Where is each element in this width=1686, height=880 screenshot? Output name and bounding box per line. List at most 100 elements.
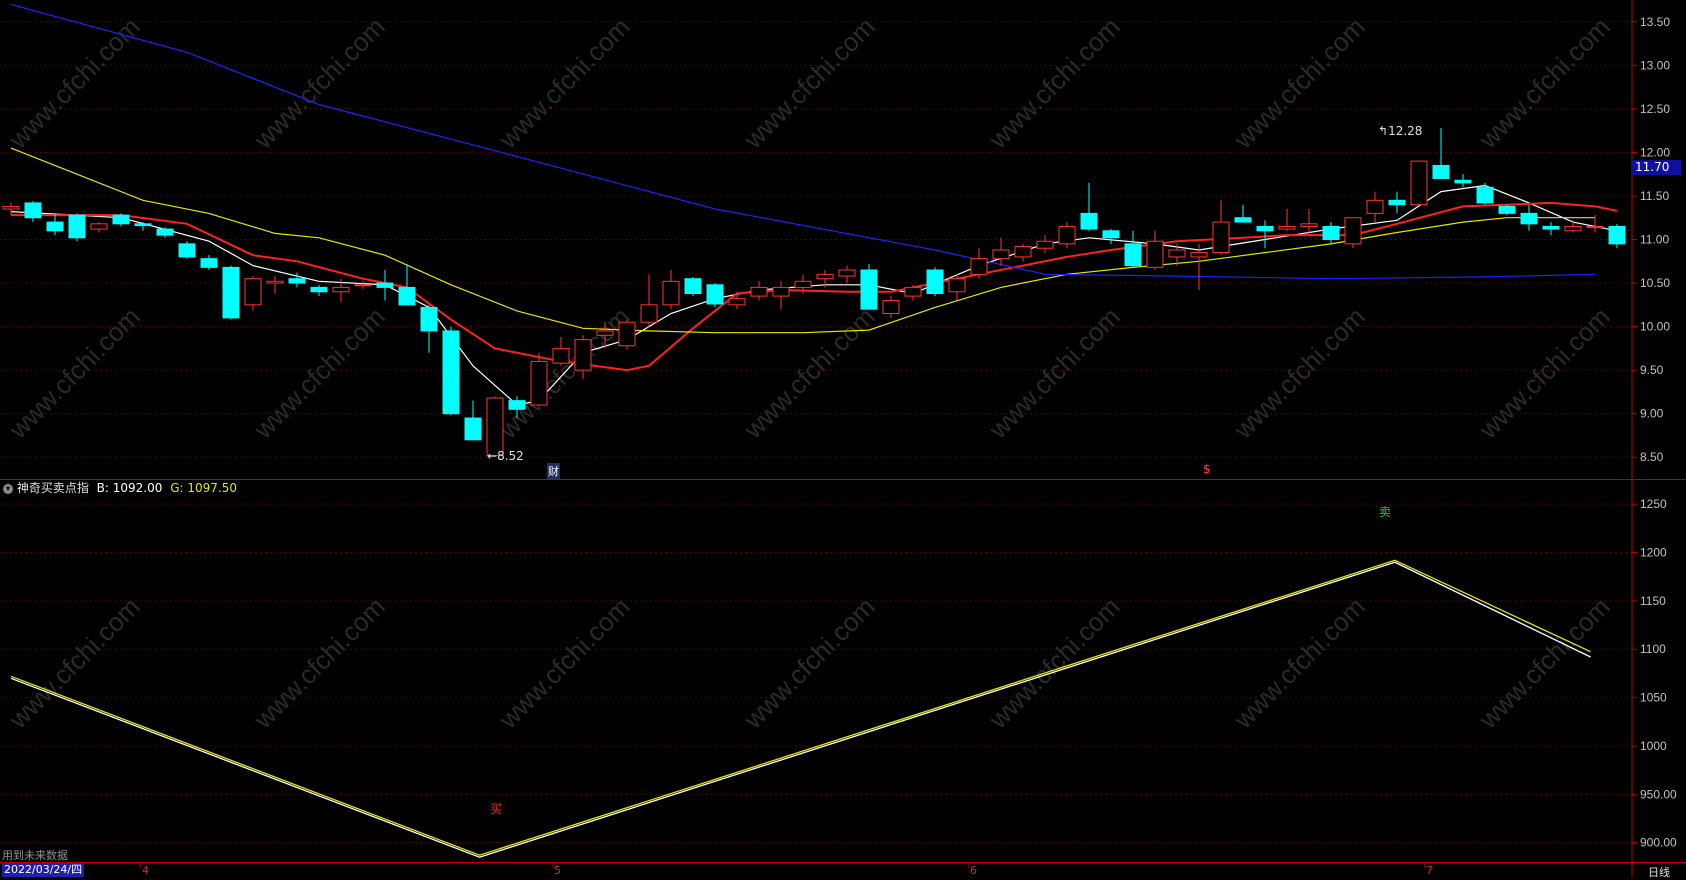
candle-body <box>1190 252 1208 258</box>
price-tick-label: 11.00 <box>1640 233 1669 247</box>
watermark-text: www.cfchi.com <box>982 11 1125 154</box>
collapse-toggle-icon[interactable]: ▾ <box>3 483 13 494</box>
candle-body <box>1278 225 1296 230</box>
month-label-5: 5 <box>554 864 561 877</box>
b-value: 1092.00 <box>112 481 163 495</box>
candle-body <box>684 278 702 294</box>
candle-body <box>354 284 372 287</box>
candle-body <box>134 223 152 227</box>
watermark-text: www.cfchi.com <box>1472 591 1615 734</box>
price-tick-label: 12.00 <box>1640 145 1670 159</box>
candle-body <box>266 280 284 284</box>
watermark-text: www.cfchi.com <box>1227 591 1370 734</box>
candle-body <box>420 306 438 332</box>
cai-event-marker[interactable]: 财 <box>547 463 560 479</box>
price-tick-label: 10.00 <box>1640 320 1670 334</box>
candle-body <box>728 298 746 306</box>
price-tick-label: 8.50 <box>1640 450 1664 464</box>
candle-body <box>706 284 724 305</box>
watermark-text: www.cfchi.com <box>982 301 1125 444</box>
candle-body <box>1476 186 1494 204</box>
watermark-text: www.cfchi.com <box>2 301 145 444</box>
indicator-tick-label: 1150 <box>1640 594 1666 608</box>
dollar-event-marker[interactable]: $ <box>1203 462 1211 476</box>
price-tick-label: 11.50 <box>1640 189 1669 203</box>
candle-body <box>288 278 306 284</box>
watermark-text: www.cfchi.com <box>1227 11 1370 154</box>
candle-body <box>508 400 526 410</box>
candle-body <box>772 286 790 297</box>
candle-body <box>838 269 856 277</box>
candle-body <box>1608 225 1626 245</box>
candle-body <box>552 347 570 364</box>
axis-ticks: 13.50 13.00 12.50 12.00 11.50 11.00 10.50 10.00… <box>1632 15 1677 850</box>
indicator-tick-label: 1200 <box>1640 546 1667 560</box>
candle-body <box>992 249 1010 260</box>
candle-body <box>200 258 218 268</box>
candle-body <box>398 286 416 306</box>
price-tick-label: 9.00 <box>1640 407 1664 421</box>
candle-body <box>442 330 460 415</box>
candle-body <box>970 258 988 275</box>
watermark-text: www.cfchi.com <box>737 301 880 444</box>
watermark-text: www.cfchi.com <box>2 11 145 154</box>
candle-body <box>464 417 482 441</box>
candle-body <box>46 221 64 232</box>
candle-body <box>1388 199 1406 206</box>
candle-body <box>68 214 86 239</box>
candle-body <box>1498 205 1516 214</box>
indicator-tick-label: 1000 <box>1640 739 1667 753</box>
candle-body <box>1124 243 1142 267</box>
watermark-text: www.cfchi.com <box>737 11 880 154</box>
future-data-note: 用到未来数据 <box>2 849 68 862</box>
candle-body <box>1432 164 1450 180</box>
watermark-text: www.cfchi.com <box>982 591 1125 734</box>
high-marker: ↰12.28 <box>1378 124 1422 138</box>
price-tick-label: 13.00 <box>1640 58 1670 72</box>
candle-body <box>112 214 130 225</box>
low-arrow-icon: ← <box>487 449 498 463</box>
candle-body <box>1234 217 1252 223</box>
month-label-4: 4 <box>142 864 149 877</box>
candle-body <box>178 243 196 258</box>
g-value: 1097.50 <box>187 481 238 495</box>
candle-body <box>310 286 328 293</box>
candle-body <box>1080 212 1098 230</box>
indicator-name[interactable]: 神奇买卖点指 <box>17 481 89 495</box>
candle-body <box>904 286 922 297</box>
buy-signal-label: 买 <box>490 802 503 816</box>
watermark-text: www.cfchi.com <box>1472 11 1615 154</box>
candle-body <box>1102 230 1120 239</box>
candle-body <box>1300 223 1318 227</box>
candle-body <box>90 223 108 230</box>
current-price-badge: 11.70 <box>1632 160 1681 175</box>
candle-body <box>750 286 768 297</box>
candle-body <box>1168 249 1186 258</box>
sell-signal-label: 卖 <box>1379 505 1392 519</box>
candle-body <box>332 286 350 293</box>
watermark-text: www.cfchi.com <box>492 591 635 734</box>
low-marker: ←8.52 <box>487 449 524 463</box>
candle-body <box>244 278 262 306</box>
price-tick-label: 9.50 <box>1640 363 1664 377</box>
watermark-text: www.cfchi.com <box>247 11 390 154</box>
stock-chart[interactable]: www.cfchi.com www.cfchi.com www.cfchi.com w… <box>0 0 1686 877</box>
candle-body <box>640 304 658 323</box>
indicator-tick-label: 1250 <box>1640 497 1667 511</box>
candle-body <box>1564 225 1582 232</box>
candle-body <box>1036 240 1054 249</box>
candle-body <box>860 269 878 310</box>
candle-body <box>1212 221 1230 254</box>
indicator-header: ▾ 神奇买卖点指 B: 1092.00 G: 1097.50 <box>3 479 237 496</box>
candle-body <box>948 278 966 293</box>
period-label[interactable]: 日线 <box>1648 864 1670 880</box>
candle-body <box>1586 225 1604 228</box>
candle-body <box>596 330 614 336</box>
candle-body <box>1058 225 1076 245</box>
watermark-text: www.cfchi.com <box>737 591 880 734</box>
indicator-tick-label: 1050 <box>1640 691 1667 705</box>
candle-body <box>1146 240 1164 268</box>
candle-body <box>816 273 834 280</box>
month-label-7: 7 <box>1426 864 1433 877</box>
current-price-text: 11.70 <box>1635 160 1670 174</box>
